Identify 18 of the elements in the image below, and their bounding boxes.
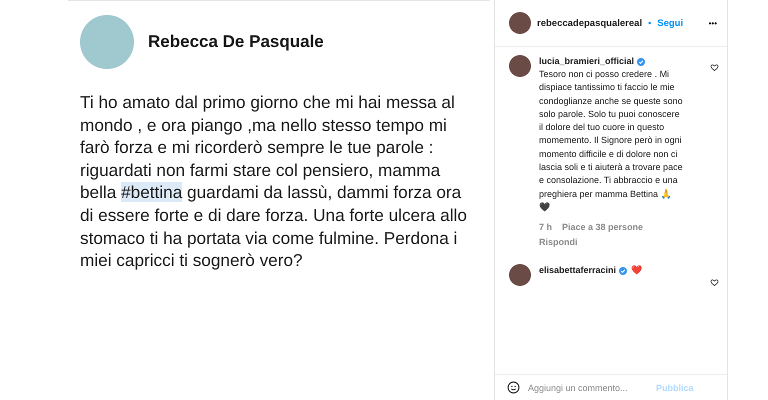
username[interactable]: rebeccadepasqualereal: [537, 18, 642, 28]
hashtag-link[interactable]: #bettina: [121, 182, 182, 202]
emoji-icon[interactable]: [507, 381, 520, 394]
heart-icon[interactable]: [710, 63, 719, 72]
comment-text: Tesoro non ci posso credere . Mi dispiace tantissimo ti faccio le mie condoglianze anche se queste sono solo parole. Solo tu puoi conoscere il dolore del tuo cuore in questo momemento. Il Signore però in ogni momento difficile e di dolore non ci lascia soli e ti aiuterà a trovare pace e consolazione. Ti abbraccio e una preghiera per mamma Bettina 🙏 🖤: [539, 68, 684, 214]
comment-username[interactable]: elisabettaferracini: [539, 264, 616, 278]
separator-dot: •: [648, 18, 652, 28]
more-options-button[interactable]: •••: [708, 18, 717, 28]
comment-username[interactable]: lucia_bramieri_official: [539, 55, 634, 68]
comment-text: ❤: [631, 264, 642, 278]
avatar-photo: [509, 55, 531, 77]
comment-time: 7 h: [539, 222, 552, 232]
author-name: Rebecca De Pasquale: [148, 32, 324, 52]
heart-icon[interactable]: [710, 278, 719, 288]
avatar-photo: [509, 264, 531, 286]
avatar-photo: [509, 12, 531, 34]
post-text: Ti ho amato dal primo giorno che mi hai messa al mondo , e ora piango ,ma nello stesso tempo mi farò forza e mi ricorderò sempre le tue parole : riguardati non farmi stare col pensiero, mamma bella #bettina guardami da lassù, dammi forza ora di essere forte e di dare forza. Una forte ulcera allo stomaco ti ha portata via come fulmine. Perdona i miei capricci ti sognerò vero?: [80, 91, 468, 272]
avatar-photo: [80, 15, 134, 69]
